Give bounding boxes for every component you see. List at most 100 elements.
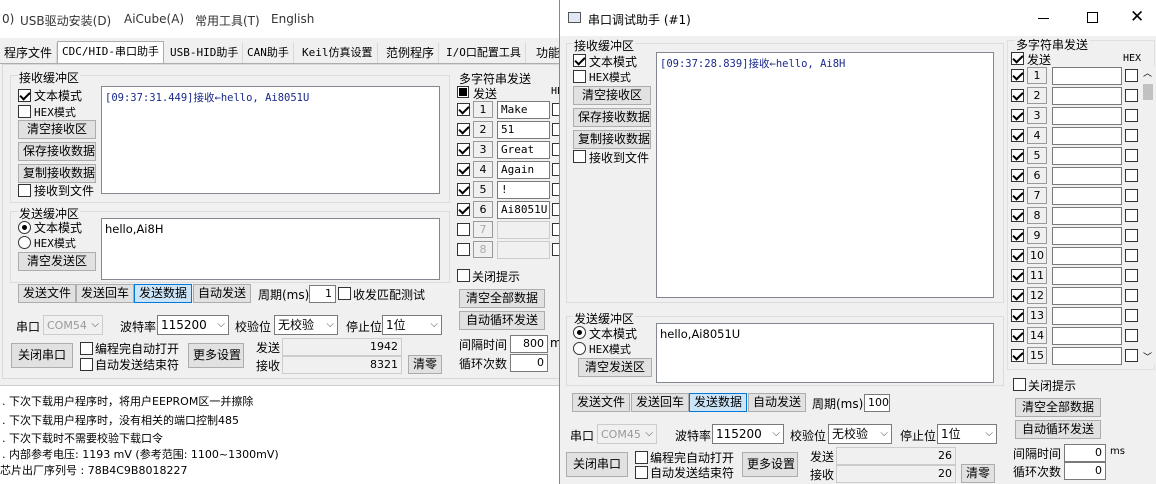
fg-multi-row-checkbox[interactable]: [1011, 189, 1024, 202]
bg-multi-row-input[interactable]: Make: [497, 101, 550, 119]
fg-period-input[interactable]: 100: [864, 394, 890, 412]
fg-send-text-mode-radio[interactable]: [573, 326, 586, 339]
fg-recv-textarea[interactable]: [09:37:28.839]接收←hello, Ai8H: [656, 52, 994, 298]
bg-multi-row-checkbox[interactable]: [457, 243, 470, 256]
bg-clear-counts-button[interactable]: 清零: [408, 355, 442, 374]
fg-multi-row-checkbox[interactable]: [1011, 329, 1024, 342]
fg-multi-row-send-button[interactable]: 2: [1027, 87, 1047, 104]
tab-cdc-hid-serial[interactable]: CDC/HID-串口助手: [57, 41, 164, 63]
fg-multi-row-checkbox[interactable]: [1011, 169, 1024, 182]
menu-item-usb-driver[interactable]: USB驱动安装(D): [20, 12, 111, 29]
fg-multi-row-hex-checkbox[interactable]: [1125, 109, 1138, 122]
tab-program-file[interactable]: 程序文件: [0, 43, 58, 63]
bg-multi-row-input[interactable]: !: [497, 181, 550, 199]
fg-multi-row-send-button[interactable]: 13: [1027, 307, 1047, 324]
bg-multi-row-checkbox[interactable]: [457, 143, 470, 156]
bg-multi-row-checkbox[interactable]: [457, 223, 470, 236]
bg-multi-row-send-button[interactable]: 6: [473, 201, 493, 218]
fg-multi-row-hex-checkbox[interactable]: [1125, 129, 1138, 142]
tab-io-config[interactable]: I/O口配置工具: [442, 43, 526, 63]
fg-recv-hex-mode-checkbox[interactable]: [573, 70, 586, 83]
bg-loop-input[interactable]: 0: [510, 354, 548, 372]
fg-multi-row-hex-checkbox[interactable]: [1125, 149, 1138, 162]
menu-item-aicube[interactable]: AiCube(A): [124, 12, 184, 26]
fg-multi-row-input[interactable]: [1052, 67, 1122, 85]
maximize-icon[interactable]: [1087, 12, 1098, 23]
bg-interval-input[interactable]: 800: [510, 335, 548, 353]
fg-multi-row-input[interactable]: [1052, 347, 1122, 365]
bg-recv-hex-mode-checkbox[interactable]: [18, 105, 31, 118]
fg-copy-recv-button[interactable]: 复制接收数据: [573, 130, 651, 149]
bg-baud-select[interactable]: 115200 ⌵: [157, 315, 229, 335]
fg-multi-row-send-button[interactable]: 7: [1027, 187, 1047, 204]
bg-period-input[interactable]: 1: [309, 285, 336, 303]
bg-multi-row-input[interactable]: Ai8051U: [497, 201, 550, 219]
bg-auto-send-button[interactable]: 自动发送: [193, 284, 252, 303]
fg-multi-row-send-button[interactable]: 9: [1027, 227, 1047, 244]
fg-multi-row-hex-checkbox[interactable]: [1125, 189, 1138, 202]
bg-multi-row-send-button[interactable]: 3: [473, 141, 493, 158]
bg-multi-row-checkbox[interactable]: [457, 163, 470, 176]
fg-multi-row-hex-checkbox[interactable]: [1125, 169, 1138, 182]
fg-loop-input[interactable]: 0: [1064, 462, 1106, 480]
fg-multi-row-hex-checkbox[interactable]: [1125, 309, 1138, 322]
bg-multi-row-send-button[interactable]: 5: [473, 181, 493, 198]
fg-auto-loop-button[interactable]: 自动循环发送: [1015, 420, 1101, 439]
fg-save-recv-button[interactable]: 保存接收数据: [573, 108, 651, 127]
fg-send-data-button[interactable]: 发送数据: [689, 393, 748, 412]
fg-multi-row-send-button[interactable]: 1: [1027, 67, 1047, 84]
bg-multi-row-input[interactable]: [497, 221, 550, 239]
tab-usb-hid[interactable]: USB-HID助手: [166, 43, 244, 63]
bg-send-cr-button[interactable]: 发送回车: [76, 284, 135, 303]
bg-send-data-button[interactable]: 发送数据: [134, 284, 193, 303]
bg-more-settings-button[interactable]: 更多设置: [188, 343, 244, 368]
fg-multi-row-send-button[interactable]: 4: [1027, 127, 1047, 144]
fg-send-hex-mode-radio[interactable]: [573, 342, 586, 355]
fg-multi-row-send-button[interactable]: 8: [1027, 207, 1047, 224]
fg-clear-all-button[interactable]: 清空全部数据: [1015, 398, 1101, 417]
fg-clear-counts-button[interactable]: 清零: [961, 464, 995, 483]
bg-multi-row-checkbox[interactable]: [457, 203, 470, 216]
fg-multi-row-send-button[interactable]: 3: [1027, 107, 1047, 124]
fg-more-settings-button[interactable]: 更多设置: [742, 452, 798, 477]
fg-multi-row-input[interactable]: [1052, 247, 1122, 265]
bg-multi-row-send-button[interactable]: 2: [473, 121, 493, 138]
bg-multi-row-send-button[interactable]: 7: [473, 221, 493, 238]
fg-multi-row-send-button[interactable]: 5: [1027, 147, 1047, 164]
scroll-up-icon[interactable]: ︿: [1143, 66, 1152, 79]
fg-multi-row-hex-checkbox[interactable]: [1125, 329, 1138, 342]
bg-multi-row-send-button[interactable]: 4: [473, 161, 493, 178]
scroll-thumb[interactable]: [1143, 84, 1153, 100]
fg-parity-select[interactable]: 无校验 ⌵: [828, 424, 892, 444]
fg-multi-row-send-button[interactable]: 10: [1027, 247, 1047, 264]
fg-multi-row-checkbox[interactable]: [1011, 129, 1024, 142]
bg-recv-to-file-checkbox[interactable]: [18, 184, 31, 197]
fg-port-select[interactable]: COM45 ⌵: [597, 424, 657, 444]
fg-multi-row-checkbox[interactable]: [1011, 69, 1024, 82]
fg-multi-row-hex-checkbox[interactable]: [1125, 349, 1138, 362]
fg-multi-row-send-button[interactable]: 15: [1027, 347, 1047, 364]
fg-multi-row-input[interactable]: [1052, 287, 1122, 305]
fg-multi-row-checkbox[interactable]: [1011, 249, 1024, 262]
minimize-icon[interactable]: [1038, 18, 1049, 19]
fg-multi-scrollbar[interactable]: ︿ ﹀: [1141, 66, 1155, 364]
bg-send-hex-mode-radio[interactable]: [18, 236, 31, 249]
fg-multi-row-input[interactable]: [1052, 187, 1122, 205]
menu-item-tools[interactable]: 常用工具(T): [195, 12, 260, 29]
fg-auto-send-button[interactable]: 自动发送: [748, 393, 807, 412]
bg-clear-recv-button[interactable]: 清空接收区: [18, 120, 96, 139]
fg-stop-select[interactable]: 1位 ⌵: [937, 424, 997, 444]
bg-save-recv-button[interactable]: 保存接收数据: [18, 142, 96, 161]
bg-close-hint-checkbox[interactable]: [457, 269, 470, 282]
fg-clear-send-button[interactable]: 清空发送区: [578, 358, 652, 377]
fg-multi-row-checkbox[interactable]: [1011, 89, 1024, 102]
fg-baud-select[interactable]: 115200 ⌵: [712, 424, 784, 444]
fg-multi-send-all-checkbox[interactable]: [1011, 52, 1024, 65]
fg-multi-row-checkbox[interactable]: [1011, 149, 1024, 162]
fg-send-cr-button[interactable]: 发送回车: [631, 393, 690, 412]
fg-clear-recv-button[interactable]: 清空接收区: [573, 86, 651, 105]
bg-auto-loop-button[interactable]: 自动循环发送: [459, 311, 545, 330]
fg-multi-row-checkbox[interactable]: [1011, 229, 1024, 242]
bg-multi-row-input[interactable]: Again: [497, 161, 550, 179]
fg-multi-row-input[interactable]: [1052, 107, 1122, 125]
